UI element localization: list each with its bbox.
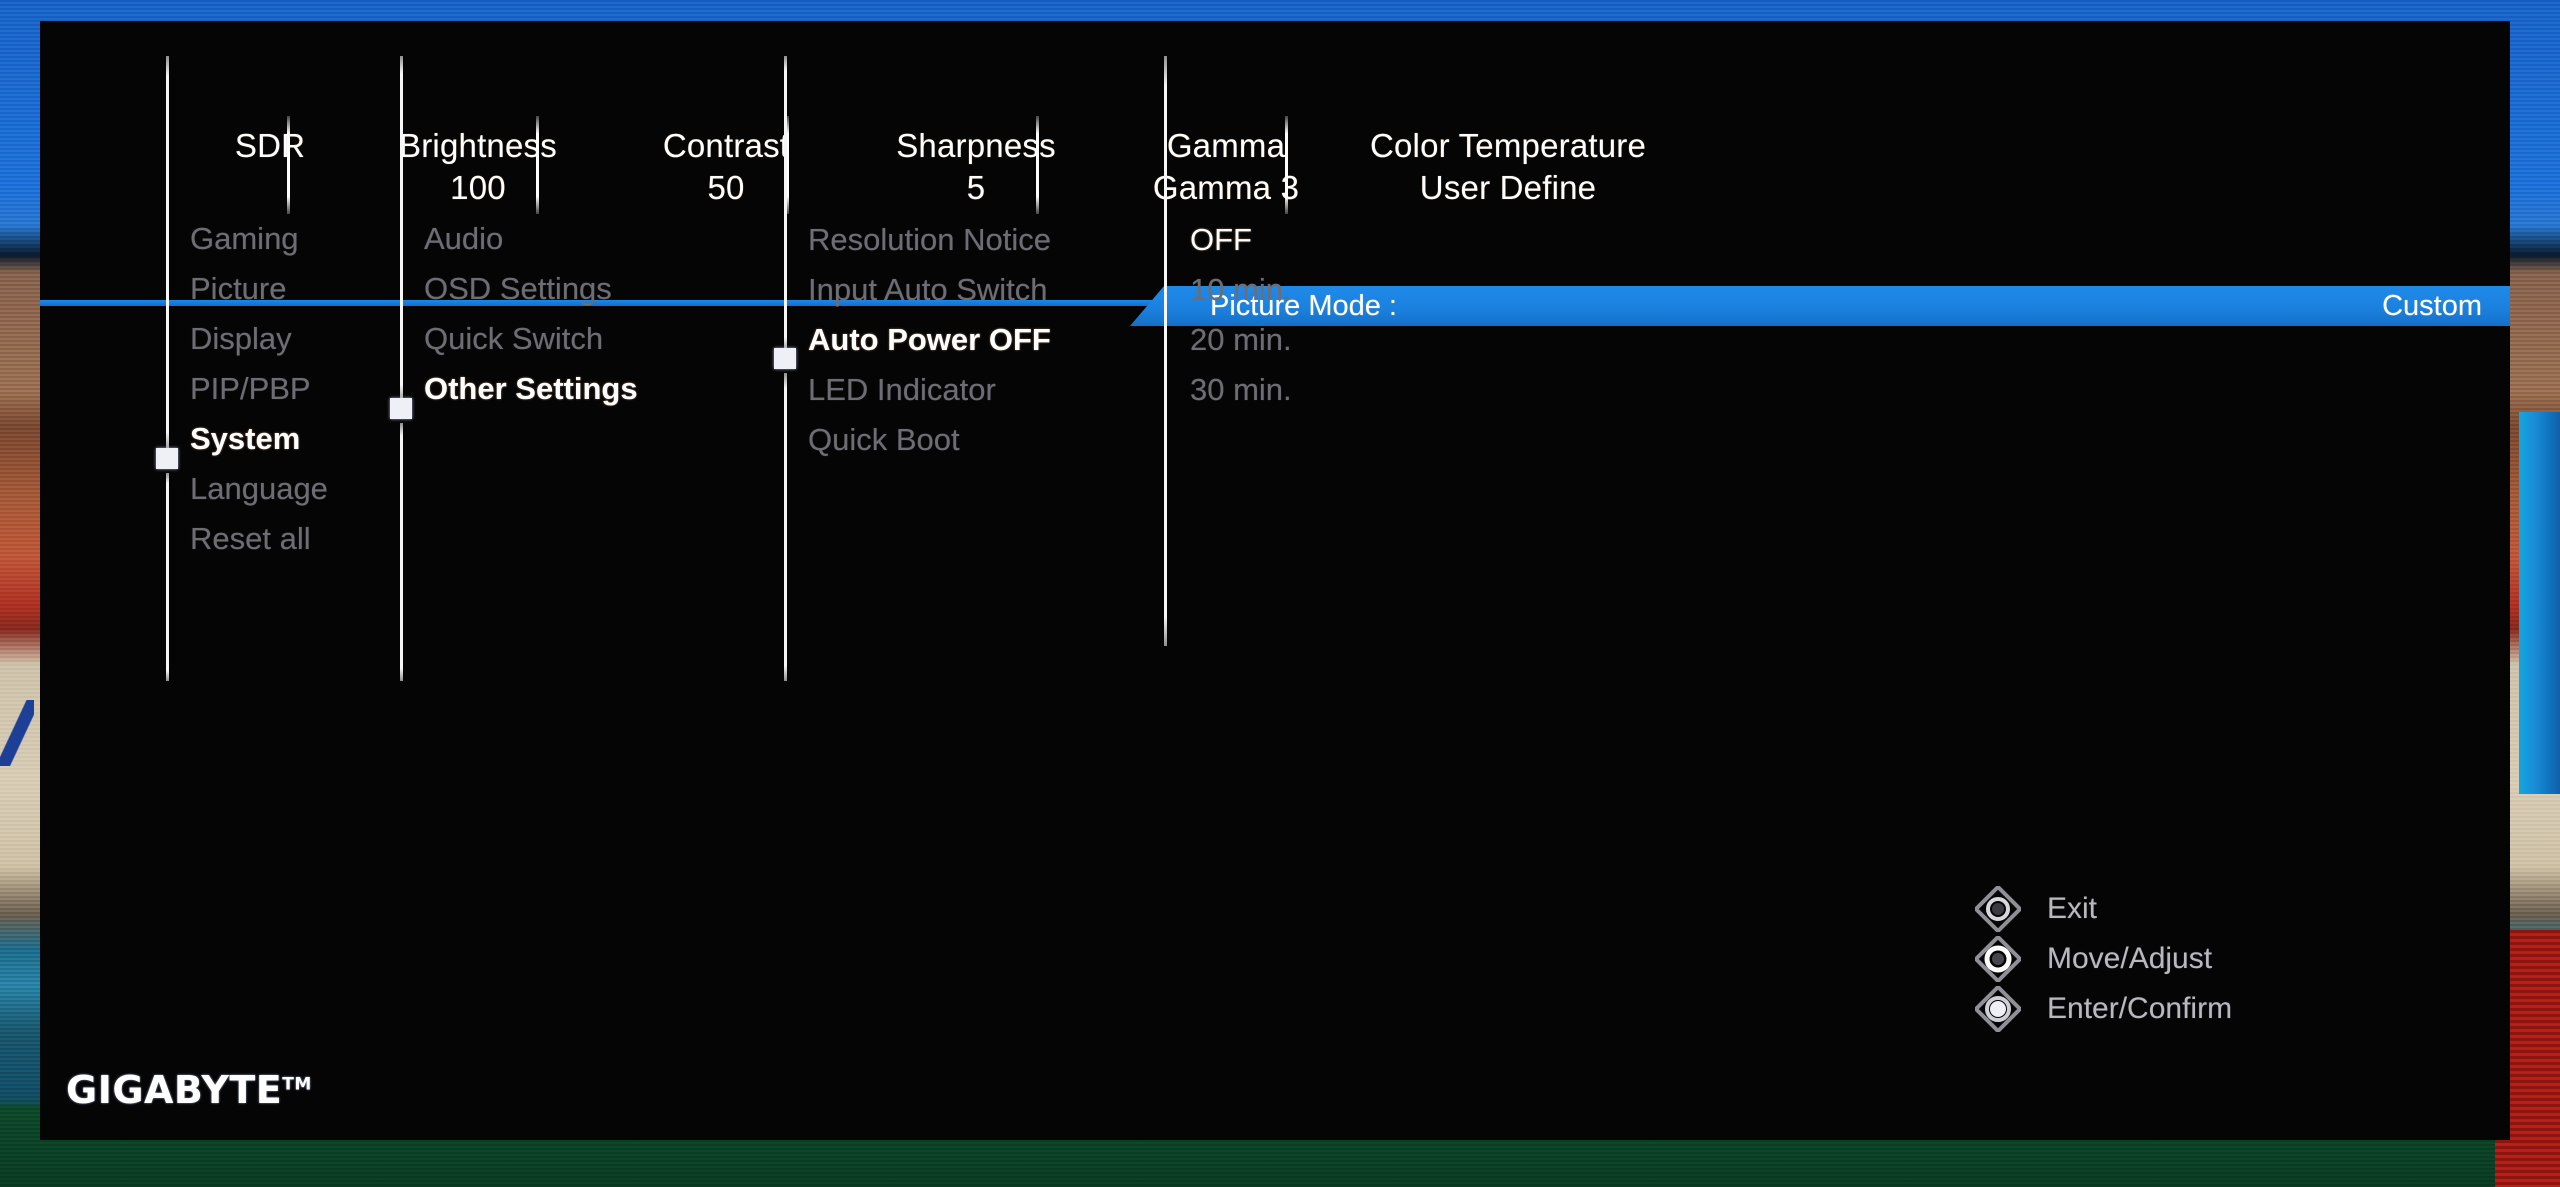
control-hint-enter-confirm-label: Enter/Confirm — [2047, 992, 2233, 1025]
option-10-min[interactable]: 10 min. — [1190, 273, 1292, 307]
column-3-selection-marker — [774, 348, 796, 369]
status-contrast-label: Contrast — [662, 127, 790, 164]
column-2-selection-marker — [390, 398, 412, 419]
gigabyte-logo: GIGABYTETM — [66, 1068, 312, 1112]
menu-item-system[interactable]: System — [190, 422, 300, 456]
menu-item-picture[interactable]: Picture — [190, 272, 286, 306]
picture-mode-banner[interactable]: Picture Mode : Custom — [1130, 286, 2510, 326]
status-gamma-label: Gamma — [1166, 127, 1286, 164]
menu-item-resolution-notice[interactable]: Resolution Notice — [808, 223, 1051, 257]
menu-item-auto-power-off[interactable]: Auto Power OFF — [808, 323, 1051, 357]
status-color-temperature-label: Color Temperature — [1369, 127, 1647, 164]
osd-status-header: SDR Brightness 100 Contrast 50 Sharpness… — [40, 21, 2510, 302]
control-hint-enter-confirm[interactable]: Enter/Confirm — [1975, 986, 2232, 1032]
header-divider-4 — [1036, 116, 1039, 214]
menu-item-display[interactable]: Display — [190, 322, 292, 356]
menu-item-other-settings[interactable]: Other Settings — [424, 372, 638, 406]
menu-item-osd-settings[interactable]: OSD Settings — [424, 272, 612, 306]
control-hint-move-adjust[interactable]: Move/Adjust — [1975, 936, 2212, 982]
header-divider-2 — [536, 116, 539, 214]
joystick-exit-icon — [1975, 886, 2021, 932]
osd-panel: SDR Brightness 100 Contrast 50 Sharpness… — [40, 21, 2510, 1140]
menu-item-audio[interactable]: Audio — [424, 222, 503, 256]
menu-item-gaming[interactable]: Gaming — [190, 222, 299, 256]
control-hint-move-adjust-label: Move/Adjust — [2047, 942, 2213, 975]
joystick-move-icon — [1975, 936, 2021, 982]
column-3-rule-upper — [784, 56, 787, 352]
column-2-rule-upper — [400, 56, 403, 402]
control-hint-exit-label: Exit — [2047, 892, 2098, 925]
menu-item-quick-switch[interactable]: Quick Switch — [424, 322, 603, 356]
menu-item-language[interactable]: Language — [190, 472, 328, 506]
menu-item-quick-boot[interactable]: Quick Boot — [808, 423, 960, 457]
column-4-rule — [1164, 56, 1167, 646]
joystick-enter-icon — [1975, 986, 2021, 1032]
column-1-rule-lower — [166, 473, 169, 681]
column-1-rule-upper — [166, 56, 169, 452]
status-sharpness-label: Sharpness — [896, 127, 1056, 164]
menu-item-reset-all[interactable]: Reset all — [190, 522, 311, 556]
option-off[interactable]: OFF — [1190, 223, 1252, 257]
picture-mode-value: Custom — [2382, 290, 2482, 322]
status-color-temperature-value: User Define — [1419, 169, 1597, 206]
background-boat-lettering — [0, 700, 34, 766]
option-20-min[interactable]: 20 min. — [1190, 323, 1292, 357]
control-hint-exit[interactable]: Exit — [1975, 886, 2097, 932]
column-3-rule-lower — [784, 373, 787, 681]
gigabyte-logo-tm: TM — [282, 1074, 312, 1095]
status-sdr-label: SDR — [234, 127, 306, 164]
column-1-selection-marker — [156, 448, 178, 469]
menu-item-pip-pbp[interactable]: PIP/PBP — [190, 372, 311, 406]
gigabyte-logo-text: GIGABYTE — [66, 1068, 283, 1112]
menu-item-input-auto-switch[interactable]: Input Auto Switch — [808, 273, 1048, 307]
menu-item-led-indicator[interactable]: LED Indicator — [808, 373, 996, 407]
status-brightness-label: Brightness — [399, 127, 557, 164]
status-color-temperature: Color Temperature User Define — [1298, 125, 1718, 209]
option-30-min[interactable]: 30 min. — [1190, 373, 1292, 407]
header-divider-5 — [1285, 116, 1288, 214]
header-divider-1 — [287, 116, 290, 214]
column-2-rule-lower — [400, 423, 403, 681]
background-right-strip — [2519, 412, 2560, 794]
